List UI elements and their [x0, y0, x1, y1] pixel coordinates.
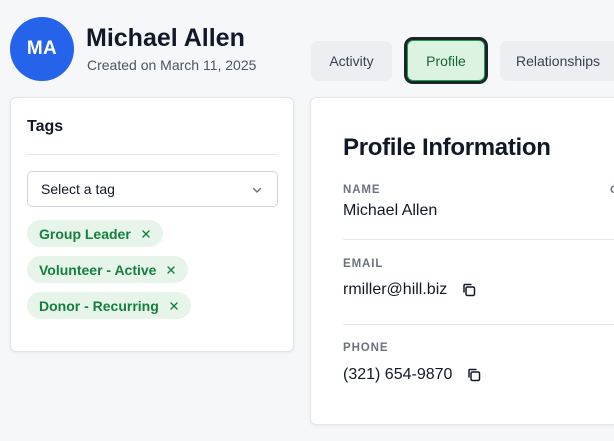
name-value: Michael Allen — [343, 202, 437, 220]
name-label: NAME — [343, 184, 381, 196]
tag-select-value: Select a tag — [41, 181, 115, 197]
name-text: Michael Allen — [343, 202, 438, 219]
tags-divider — [27, 154, 277, 155]
tag-select[interactable]: Select a tag — [27, 171, 278, 207]
second-column-label: C — [610, 184, 614, 196]
close-icon[interactable] — [141, 229, 151, 239]
tag-chip-label: Volunteer - Active — [39, 261, 157, 278]
phone-label: PHONE — [343, 342, 389, 354]
divider — [343, 239, 614, 240]
close-icon[interactable] — [166, 265, 176, 275]
tab-activity[interactable]: Activity — [311, 41, 392, 81]
tag-chip: Volunteer - Active — [27, 256, 189, 283]
close-icon[interactable] — [169, 301, 179, 311]
tab-relationships[interactable]: Relationships — [500, 41, 614, 81]
tab-profile[interactable]: Profile — [404, 37, 488, 84]
phone-value: (321) 654-9870 — [343, 366, 482, 384]
tag-chip-label: Group Leader — [39, 225, 131, 242]
copy-icon[interactable] — [461, 282, 477, 298]
tags-card: Tags Select a tag Group Leader Volunteer… — [10, 97, 294, 352]
created-date: Created on March 11, 2025 — [87, 57, 257, 73]
profile-card: Profile Information C NAME Michael Allen… — [310, 97, 614, 425]
phone-text: (321) 654-9870 — [343, 366, 453, 383]
tab-profile-label: Profile — [407, 40, 485, 81]
contact-name: Michael Allen — [86, 24, 245, 52]
divider — [343, 324, 614, 325]
email-text: rmiller@hill.biz — [343, 281, 448, 298]
avatar: MA — [10, 17, 74, 81]
tag-chip: Donor - Recurring — [27, 292, 191, 319]
tag-chip: Group Leader — [27, 220, 163, 247]
profile-title: Profile Information — [343, 134, 551, 161]
email-label: EMAIL — [343, 258, 384, 270]
chevron-down-icon — [252, 187, 262, 193]
tags-title: Tags — [27, 118, 64, 135]
tag-chip-label: Donor - Recurring — [39, 297, 159, 314]
copy-icon[interactable] — [466, 367, 482, 383]
email-value: rmiller@hill.biz — [343, 281, 477, 299]
